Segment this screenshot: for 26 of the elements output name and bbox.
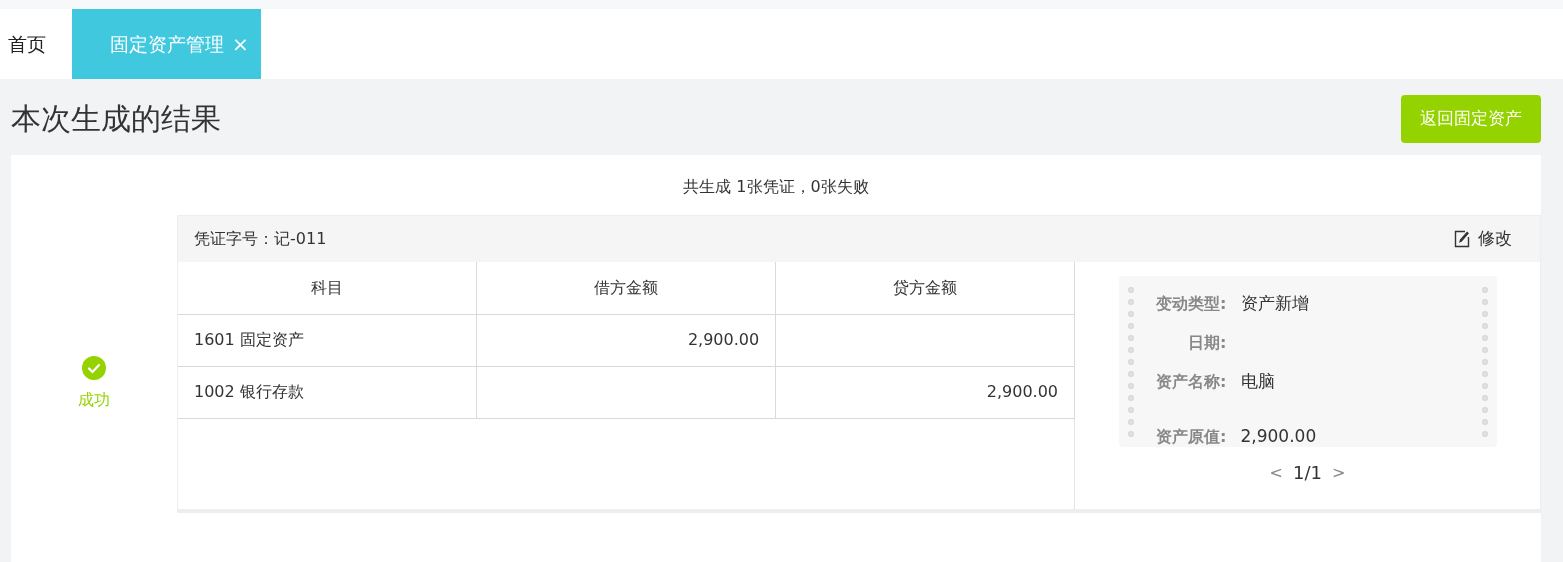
previous-page-button[interactable]: < bbox=[1269, 460, 1283, 485]
field-value: 电脑 bbox=[1240, 369, 1275, 393]
table-cell: 1601 固定资产 bbox=[178, 314, 477, 366]
tab[interactable]: 固定资产管理 × bbox=[72, 9, 261, 79]
field-label: 资产原值: bbox=[1155, 426, 1227, 448]
field-label: 资产名称: bbox=[1155, 370, 1227, 393]
status-label: 成功 bbox=[78, 389, 110, 411]
tab[interactable]: 首页 bbox=[0, 9, 72, 79]
field-label: 变动类型: bbox=[1155, 292, 1227, 315]
summary-text: 共生成 1张凭证，0张失败 bbox=[683, 177, 869, 196]
page-indicator: 1/1 bbox=[1293, 461, 1322, 485]
close-icon[interactable]: × bbox=[232, 29, 249, 59]
field-value: 资产新增 bbox=[1240, 291, 1309, 315]
edit-button[interactable]: 修改 bbox=[1454, 226, 1512, 252]
edit-icon bbox=[1454, 230, 1470, 248]
table-cell: 2,900.00 bbox=[775, 366, 1075, 418]
field-value: 2,900.00 bbox=[1240, 424, 1317, 448]
voucher-number: 凭证字号：记-011 bbox=[194, 228, 327, 250]
next-page-button[interactable]: > bbox=[1332, 460, 1346, 485]
table-cell: 1002 银行存款 bbox=[178, 366, 477, 418]
column-header: 科目 bbox=[178, 262, 477, 314]
page-title: 本次生成的结果 bbox=[11, 101, 221, 137]
field-label: 日期: bbox=[1187, 331, 1227, 354]
column-header: 借方金额 bbox=[476, 262, 776, 314]
table-cell: 2,900.00 bbox=[476, 314, 776, 366]
column-header: 贷方金额 bbox=[775, 262, 1075, 314]
